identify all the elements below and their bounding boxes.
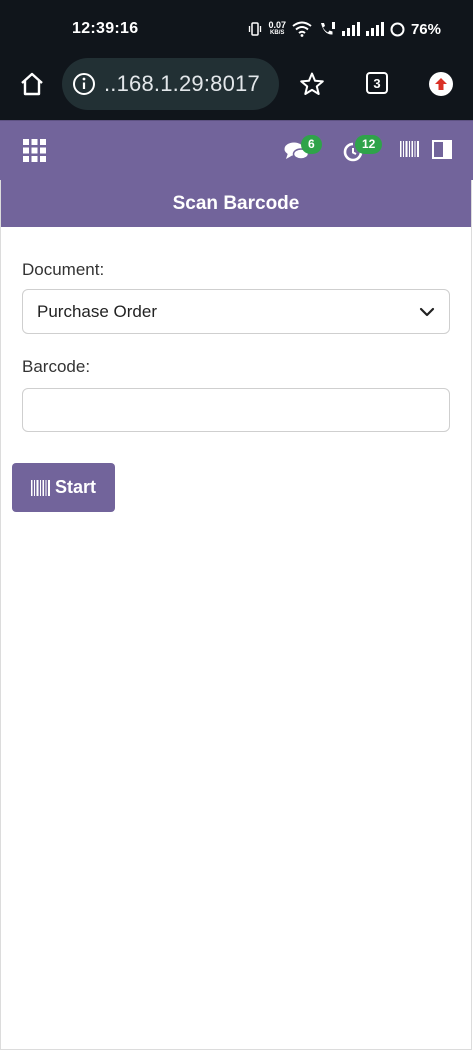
battery-percent: 76% bbox=[410, 20, 441, 38]
app-navbar: 6 12 bbox=[0, 120, 473, 180]
grid-menu-icon[interactable] bbox=[23, 139, 46, 162]
battery-icon bbox=[390, 22, 405, 36]
barcode-icon bbox=[30, 479, 50, 496]
document-select[interactable]: Purchase Order bbox=[22, 289, 450, 334]
status-time: 12:39:16 bbox=[72, 20, 139, 37]
activity-badge: 12 bbox=[355, 135, 383, 154]
sidebar-toggle-icon[interactable] bbox=[432, 140, 452, 159]
url-text[interactable]: ..168.1.29:8017 bbox=[104, 71, 260, 97]
wifi-icon bbox=[292, 21, 312, 37]
tab-count[interactable]: 3 bbox=[366, 72, 388, 94]
status-bar: 12:39:16 0.07 KB/S 76% bbox=[0, 0, 473, 58]
browser-toolbar: ..168.1.29:8017 3 bbox=[0, 58, 473, 120]
star-icon[interactable] bbox=[298, 70, 326, 98]
net-speed: 0.07 KB/S bbox=[268, 21, 286, 37]
tabs-icon[interactable]: 3 bbox=[366, 72, 388, 94]
barcode-label: Barcode: bbox=[22, 357, 91, 376]
signal-icon-1 bbox=[341, 22, 360, 36]
barcode-input[interactable] bbox=[22, 388, 450, 432]
signal-icon-2 bbox=[365, 22, 384, 36]
net-speed-value: 0.07 bbox=[268, 20, 286, 30]
barcode-icon[interactable] bbox=[400, 141, 420, 157]
panel-header: Scan Barcode bbox=[1, 180, 471, 227]
chevron-down-icon[interactable] bbox=[419, 304, 435, 320]
messages-badge: 6 bbox=[301, 135, 322, 154]
vibrate-icon bbox=[249, 22, 262, 36]
status-icons: 0.07 KB/S 76% bbox=[248, 18, 441, 40]
start-button[interactable]: Start bbox=[12, 463, 115, 512]
document-select-value[interactable]: Purchase Order bbox=[37, 302, 157, 322]
start-button-label[interactable]: Start bbox=[55, 477, 96, 498]
document-label: Document: bbox=[22, 260, 105, 279]
home-icon[interactable] bbox=[18, 70, 46, 98]
info-icon[interactable] bbox=[72, 72, 96, 96]
scan-panel: Scan Barcode Document: Purchase Order Ba… bbox=[0, 180, 472, 1050]
messages-button[interactable]: 6 bbox=[284, 135, 324, 165]
net-speed-unit: KB/S bbox=[270, 30, 285, 36]
wifi-call-icon bbox=[320, 22, 335, 35]
update-icon[interactable] bbox=[429, 72, 453, 96]
activity-button[interactable]: 12 bbox=[342, 135, 384, 165]
